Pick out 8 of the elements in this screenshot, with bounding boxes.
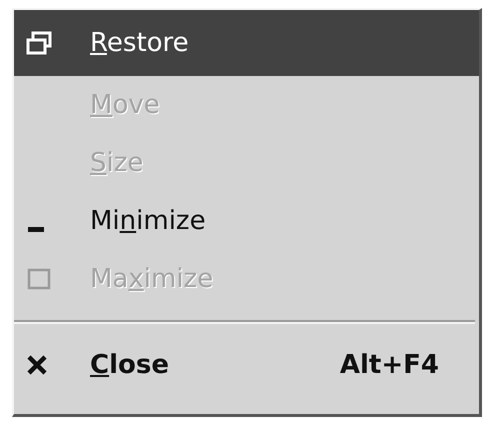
- restore-window-icon: [26, 31, 52, 55]
- close-icon: [26, 354, 48, 376]
- maximize-icon: [26, 267, 52, 291]
- menu-item[interactable]: Close Alt+F4: [14, 336, 479, 394]
- menu-item[interactable]: Minimize: [14, 192, 479, 250]
- menu-item[interactable]: Restore: [14, 10, 479, 76]
- minimize-icon: [28, 226, 44, 232]
- shortcut-text: Alt+F4: [340, 350, 439, 380]
